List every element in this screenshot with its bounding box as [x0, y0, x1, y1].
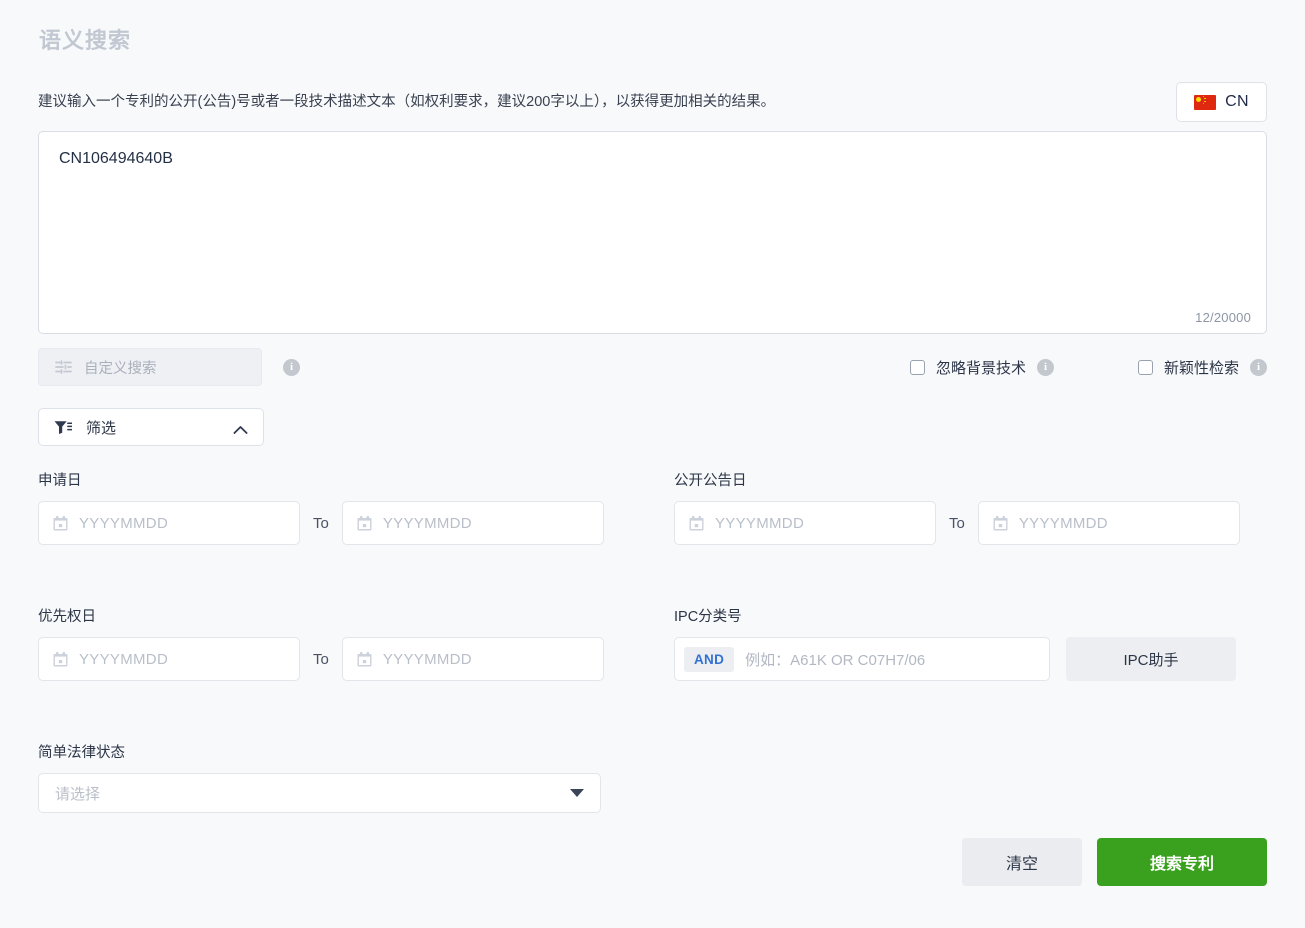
filter-row-priority-ipc: 优先权日 YYYYMMDD To YYYYMMDD IPC分类号 AND 例如：… — [38, 608, 1267, 681]
filter-toggle-label: 筛选 — [86, 419, 117, 437]
field-label: IPC分类号 — [674, 609, 742, 625]
date-placeholder: YYYYMMDD — [715, 514, 805, 532]
priority-date-to-input[interactable]: YYYYMMDD — [341, 637, 604, 681]
date-placeholder: YYYYMMDD — [79, 650, 169, 668]
field-label: 优先权日 — [38, 609, 96, 625]
field-ipc: IPC分类号 AND 例如：A61K OR C07H7/06 IPC助手 — [674, 608, 1244, 681]
date-separator: To — [313, 514, 329, 532]
priority-date-from-input[interactable]: YYYYMMDD — [38, 637, 300, 681]
chevron-up-icon[interactable] — [233, 422, 248, 434]
filter-row-dates-1: 申请日 YYYYMMDD To YYYYMMDD 公开公告日 YYYYMMDD … — [38, 472, 1267, 545]
ipc-operator-badge[interactable]: AND — [684, 646, 735, 672]
filter-col-empty — [674, 744, 1244, 813]
calendar-icon — [53, 651, 68, 667]
chevron-down-icon[interactable] — [570, 789, 584, 797]
language-selector-button[interactable]: CN — [1176, 82, 1267, 122]
checkbox-ignore-background[interactable]: 忽略背景技术 i — [909, 357, 1054, 378]
ignore-background-info-icon[interactable]: i — [1036, 358, 1054, 376]
funnel-icon — [54, 420, 73, 435]
row-spacer — [38, 545, 1267, 608]
custom-search-placeholder: 自定义搜索 — [84, 360, 157, 377]
action-buttons: 清空 搜索专利 — [962, 838, 1267, 886]
date-separator: To — [949, 514, 965, 532]
field-label: 简单法律状态 — [38, 745, 125, 761]
checkbox-box[interactable] — [909, 359, 925, 375]
checkbox-label: 忽略背景技术 — [935, 359, 1026, 377]
custom-search-info-icon[interactable]: i — [283, 358, 300, 376]
instruction-row: 建议输入一个专利的公开(公告)号或者一段技术描述文本（如权利要求，建议200字以… — [38, 82, 1267, 122]
character-counter: 12/20000 — [1195, 310, 1251, 325]
calendar-icon — [689, 515, 704, 531]
application-date-from-input[interactable]: YYYYMMDD — [38, 501, 300, 545]
sliders-icon — [55, 360, 72, 374]
date-range: YYYYMMDD To YYYYMMDD — [674, 501, 1244, 545]
field-application-date: 申请日 YYYYMMDD To YYYYMMDD — [38, 472, 608, 545]
options-row: 自定义搜索 i 忽略背景技术 i 新颖性检索 i — [38, 348, 1267, 386]
novelty-search-info-icon[interactable]: i — [1250, 358, 1267, 376]
field-legal-status: 简单法律状态 请选择 — [38, 744, 608, 813]
checkbox-label: 新颖性检索 — [1163, 359, 1239, 377]
checkbox-box[interactable] — [1137, 359, 1153, 375]
calendar-icon — [357, 651, 372, 667]
search-patent-button[interactable]: 搜索专利 — [1097, 838, 1267, 886]
row-spacer — [38, 681, 1267, 744]
ipc-helper-button[interactable]: IPC助手 — [1066, 637, 1236, 681]
calendar-icon — [357, 515, 372, 531]
checkbox-novelty-search[interactable]: 新颖性检索 i — [1137, 357, 1267, 378]
filter-row-legal-status: 简单法律状态 请选择 — [38, 744, 1267, 813]
flag-cn-icon — [1194, 94, 1217, 110]
query-textarea[interactable]: CN106494640B 12/20000 — [38, 131, 1267, 334]
calendar-icon — [53, 515, 68, 531]
filter-panel: 申请日 YYYYMMDD To YYYYMMDD 公开公告日 YYYYMMDD … — [38, 472, 1267, 813]
field-label: 申请日 — [38, 473, 82, 489]
legal-status-select[interactable]: 请选择 — [38, 773, 601, 813]
language-label: CN — [1225, 93, 1249, 110]
field-priority-date: 优先权日 YYYYMMDD To YYYYMMDD — [38, 608, 608, 681]
calendar-icon — [993, 515, 1008, 531]
ipc-input[interactable]: AND 例如：A61K OR C07H7/06 — [674, 637, 1050, 681]
clear-button[interactable]: 清空 — [962, 838, 1082, 886]
date-separator: To — [313, 650, 329, 668]
checkbox-group: 忽略背景技术 i 新颖性检索 i — [909, 357, 1267, 378]
publication-date-to-input[interactable]: YYYYMMDD — [977, 501, 1240, 545]
instruction-text: 建议输入一个专利的公开(公告)号或者一段技术描述文本（如权利要求，建议200字以… — [38, 94, 776, 110]
query-text-value: CN106494640B — [59, 150, 173, 167]
semantic-search-page: 语义搜索 建议输入一个专利的公开(公告)号或者一段技术描述文本（如权利要求，建议… — [0, 0, 1305, 928]
field-label: 公开公告日 — [674, 473, 747, 489]
publication-date-from-input[interactable]: YYYYMMDD — [674, 501, 936, 545]
date-placeholder: YYYYMMDD — [382, 650, 472, 668]
date-placeholder: YYYYMMDD — [1018, 514, 1108, 532]
filter-toggle-button[interactable]: 筛选 — [38, 408, 264, 446]
ipc-row: AND 例如：A61K OR C07H7/06 IPC助手 — [674, 637, 1244, 681]
page-title: 语义搜索 — [39, 28, 132, 53]
date-range: YYYYMMDD To YYYYMMDD — [38, 637, 608, 681]
application-date-to-input[interactable]: YYYYMMDD — [341, 501, 604, 545]
date-placeholder: YYYYMMDD — [79, 514, 169, 532]
custom-search-input[interactable]: 自定义搜索 — [38, 348, 262, 386]
ipc-placeholder: 例如：A61K OR C07H7/06 — [745, 651, 926, 669]
date-placeholder: YYYYMMDD — [382, 514, 472, 532]
field-publication-date: 公开公告日 YYYYMMDD To YYYYMMDD — [674, 472, 1244, 545]
legal-status-placeholder: 请选择 — [55, 785, 101, 803]
date-range: YYYYMMDD To YYYYMMDD — [38, 501, 608, 545]
